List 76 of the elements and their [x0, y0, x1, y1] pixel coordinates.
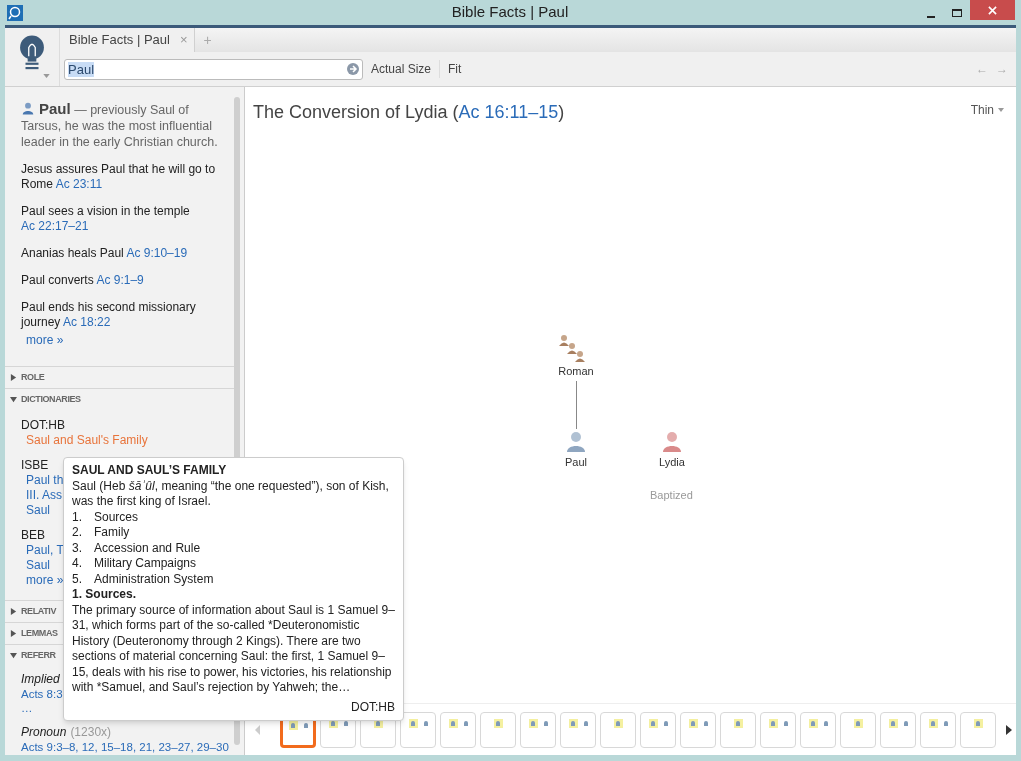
article-heading: SAUL AND SAUL’S FAMILY	[72, 463, 228, 479]
collapsed-triangle-icon[interactable]	[10, 630, 17, 637]
diagram-title: The Conversion of Lydia (Ac 16:11–15)	[253, 101, 565, 124]
section-heading[interactable]: REFERR	[21, 648, 56, 663]
reference-type: Implied	[21, 672, 60, 687]
person-drawing	[973, 718, 983, 728]
line-style-dropdown[interactable]: Thin	[970, 101, 1004, 119]
search-field[interactable]: Paul	[64, 58, 363, 80]
more-link[interactable]: more »	[26, 333, 64, 348]
collapsed-triangle-icon[interactable]	[10, 374, 17, 381]
expanded-triangle-icon[interactable]	[10, 396, 17, 403]
source-label: DOT:HB	[351, 699, 395, 715]
article-link[interactable]: Saul	[26, 558, 51, 573]
verse-link[interactable]: Ac 23:11	[55, 177, 103, 191]
list-item: Administration System	[94, 571, 214, 587]
dictionary-name: BEB	[21, 528, 45, 543]
person-drawing	[493, 718, 503, 728]
app-icon[interactable]	[7, 4, 23, 21]
verse-link[interactable]: Acts 8:3	[21, 687, 63, 701]
close-icon	[988, 5, 997, 15]
verse-link[interactable]: Acts 9:3–8, 12, 15–18, 21, 23–27, 29–30	[21, 740, 229, 754]
section-heading[interactable]: ROLE	[21, 370, 45, 385]
verse-link[interactable]: Ac 18:22	[63, 315, 111, 329]
node-label[interactable]: Lydia	[659, 454, 685, 471]
list-number: 1.	[72, 509, 83, 525]
person-drawing	[853, 718, 863, 728]
event-caption: Baptized	[650, 488, 693, 503]
list-number: 3.	[72, 540, 83, 556]
verse-link[interactable]: Ac 16:11–15	[458, 102, 559, 122]
verse-link[interactable]: Ac 22:17–21	[21, 219, 89, 233]
event-text: Jesus assures Paul that he will go to Rome Ac 23:11	[21, 162, 217, 192]
article-link[interactable]: III. Ass	[26, 488, 62, 503]
list-number: 2.	[72, 525, 83, 541]
list-number: 5.	[72, 571, 83, 587]
section-heading: 1. Sources.	[72, 587, 138, 603]
event-text: Paul converts Ac 9:1–9	[21, 273, 145, 288]
caret-icon[interactable]	[42, 74, 50, 78]
event-text: Paul sees a vision in the temple Ac 22:17–21	[21, 204, 191, 234]
person-description: Paul — previously Saul of Tarsus, he was the most influential leader in the early Christian church.	[21, 101, 218, 150]
connector-line	[576, 381, 577, 429]
section-heading[interactable]: DICTIONARIES	[21, 392, 81, 407]
toolbar-button[interactable]: Actual Size	[363, 60, 440, 78]
reference-type: Pronoun	[21, 725, 67, 740]
tab[interactable]: Bible Facts | Paul ×	[60, 28, 195, 52]
expanded-triangle-icon[interactable]	[10, 652, 17, 659]
article-link[interactable]: Saul	[26, 503, 51, 518]
list-item: Sources	[94, 509, 139, 525]
verse-link[interactable]: Ac 9:1–9	[96, 273, 144, 287]
verse-link[interactable]: Ac 9:10–19	[126, 246, 188, 260]
node-label[interactable]: Paul	[565, 454, 587, 471]
collapsed-triangle-icon[interactable]	[10, 608, 17, 615]
list-number: 4.	[72, 556, 83, 572]
article-body: The primary source of information about Saul is 1 Samuel 9–31, which forms part of the so-called *Deuteronomistic History (Deuteronomy through 2 Kings). There are two sections of material concerning Saul: the first, 1 Samuel 9–15, deals with his rise to power, his victories, his relationship with *Samuel, and Saul’s rejection by Yahweh; the…	[72, 602, 395, 696]
section-heading[interactable]: LEMMAS	[21, 626, 58, 641]
list-item: Accession and Rule	[94, 540, 201, 556]
list-item: Family	[94, 525, 130, 541]
toolbar-button[interactable]: Fit	[439, 60, 470, 78]
person-icon	[21, 101, 35, 115]
verse-link[interactable]: …	[21, 701, 33, 715]
event-text: Ananias heals Paul Ac 9:10–19	[21, 246, 189, 261]
person-drawing	[733, 718, 743, 728]
article-link[interactable]: Saul and Saul's Family	[26, 433, 148, 448]
node-label[interactable]: Roman	[558, 363, 594, 380]
close-tab-button[interactable]: ×	[179, 30, 188, 50]
person-drawing	[613, 718, 623, 728]
window-title: Bible Facts | Paul	[450, 2, 570, 23]
go-arrow-icon[interactable]	[347, 63, 359, 75]
scroll-right-icon[interactable]	[1006, 724, 1012, 735]
more-link[interactable]: more »	[26, 573, 64, 588]
section-heading[interactable]: RELATIV	[21, 604, 57, 619]
article-link[interactable]: Paul th	[26, 473, 64, 488]
article-intro: Saul (Heb šāʾûl, meaning “the one requested”), son of Kish, was the first king of Israel.	[72, 478, 390, 510]
dictionary-name: ISBE	[21, 458, 49, 473]
reference-count: (1230x)	[70, 725, 112, 740]
list-item: Military Campaigns	[94, 556, 197, 572]
dictionary-name: DOT:HB	[21, 418, 65, 433]
